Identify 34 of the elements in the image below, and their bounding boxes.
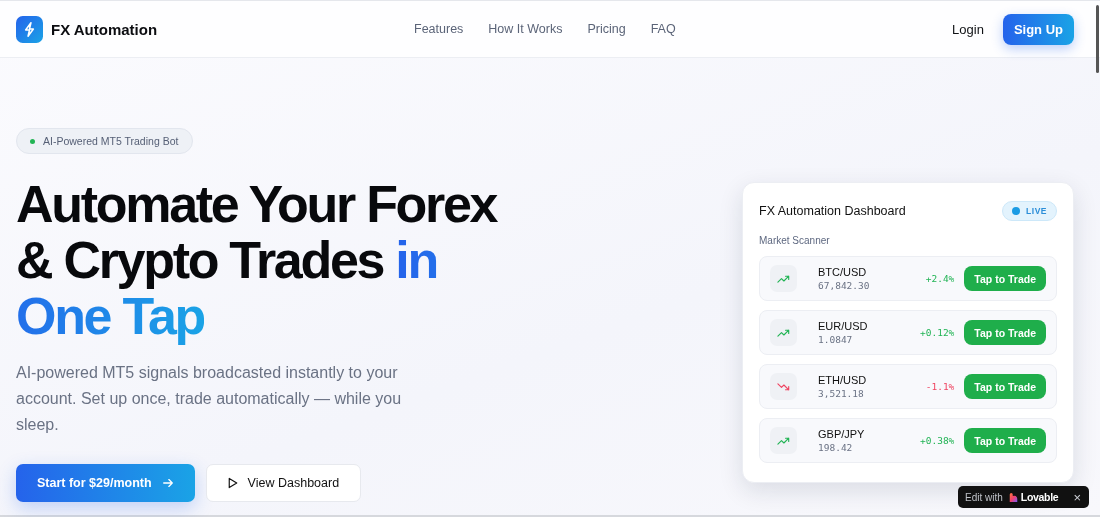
live-dot-icon [1012,207,1021,215]
arrow-right-icon [161,477,174,489]
close-button[interactable]: × [1073,489,1081,505]
hero-description: AI-powered MT5 signals broadcasted instantly to your account. Set up once, trade automatically — while you sleep. [16,363,403,435]
sign-up-button[interactable]: Sign Up [1002,13,1074,45]
pair-symbol: EUR/USD [818,320,869,332]
pair-price: 3,521.18 [818,388,865,399]
pair-symbol: BTC/USD [818,266,868,278]
lightning-logo-icon [16,15,43,43]
pair-price: 1.0847 [818,334,854,345]
start-button[interactable]: Start for $29/month [16,464,195,502]
view-dashboard-button[interactable]: View Dashboard [205,464,362,502]
section-label: Market Scanner [759,235,831,246]
pair-price: 198.42 [818,442,854,453]
live-badge: LIVE [1002,201,1057,221]
pair-symbol: ETH/USD [818,374,868,386]
dashboard-title: FX Automation Dashboard [759,204,906,218]
scrollbar[interactable] [1096,5,1099,73]
badge-text: AI-Powered MT5 Trading Bot [43,135,179,147]
status-dot-icon [30,138,35,144]
price-change: +0.12% [920,327,955,338]
edit-with-badge[interactable]: Edit with Lovable × [958,486,1089,508]
play-icon [227,477,238,489]
login-link[interactable]: Login [952,21,984,37]
pair-price: 67,842.30 [818,280,871,291]
pair-symbol: GBP/JPY [818,428,866,440]
nav-link[interactable]: How It Works [488,22,563,36]
price-change: +2.4% [925,273,955,284]
nav-link[interactable]: FAQ [650,22,676,36]
price-change: -1.1% [925,381,955,392]
nav-link[interactable]: Features [414,22,464,36]
nav-link[interactable]: Pricing [587,22,626,36]
price-change: +0.38% [920,435,955,446]
brand-name: FX Automation [51,20,158,38]
